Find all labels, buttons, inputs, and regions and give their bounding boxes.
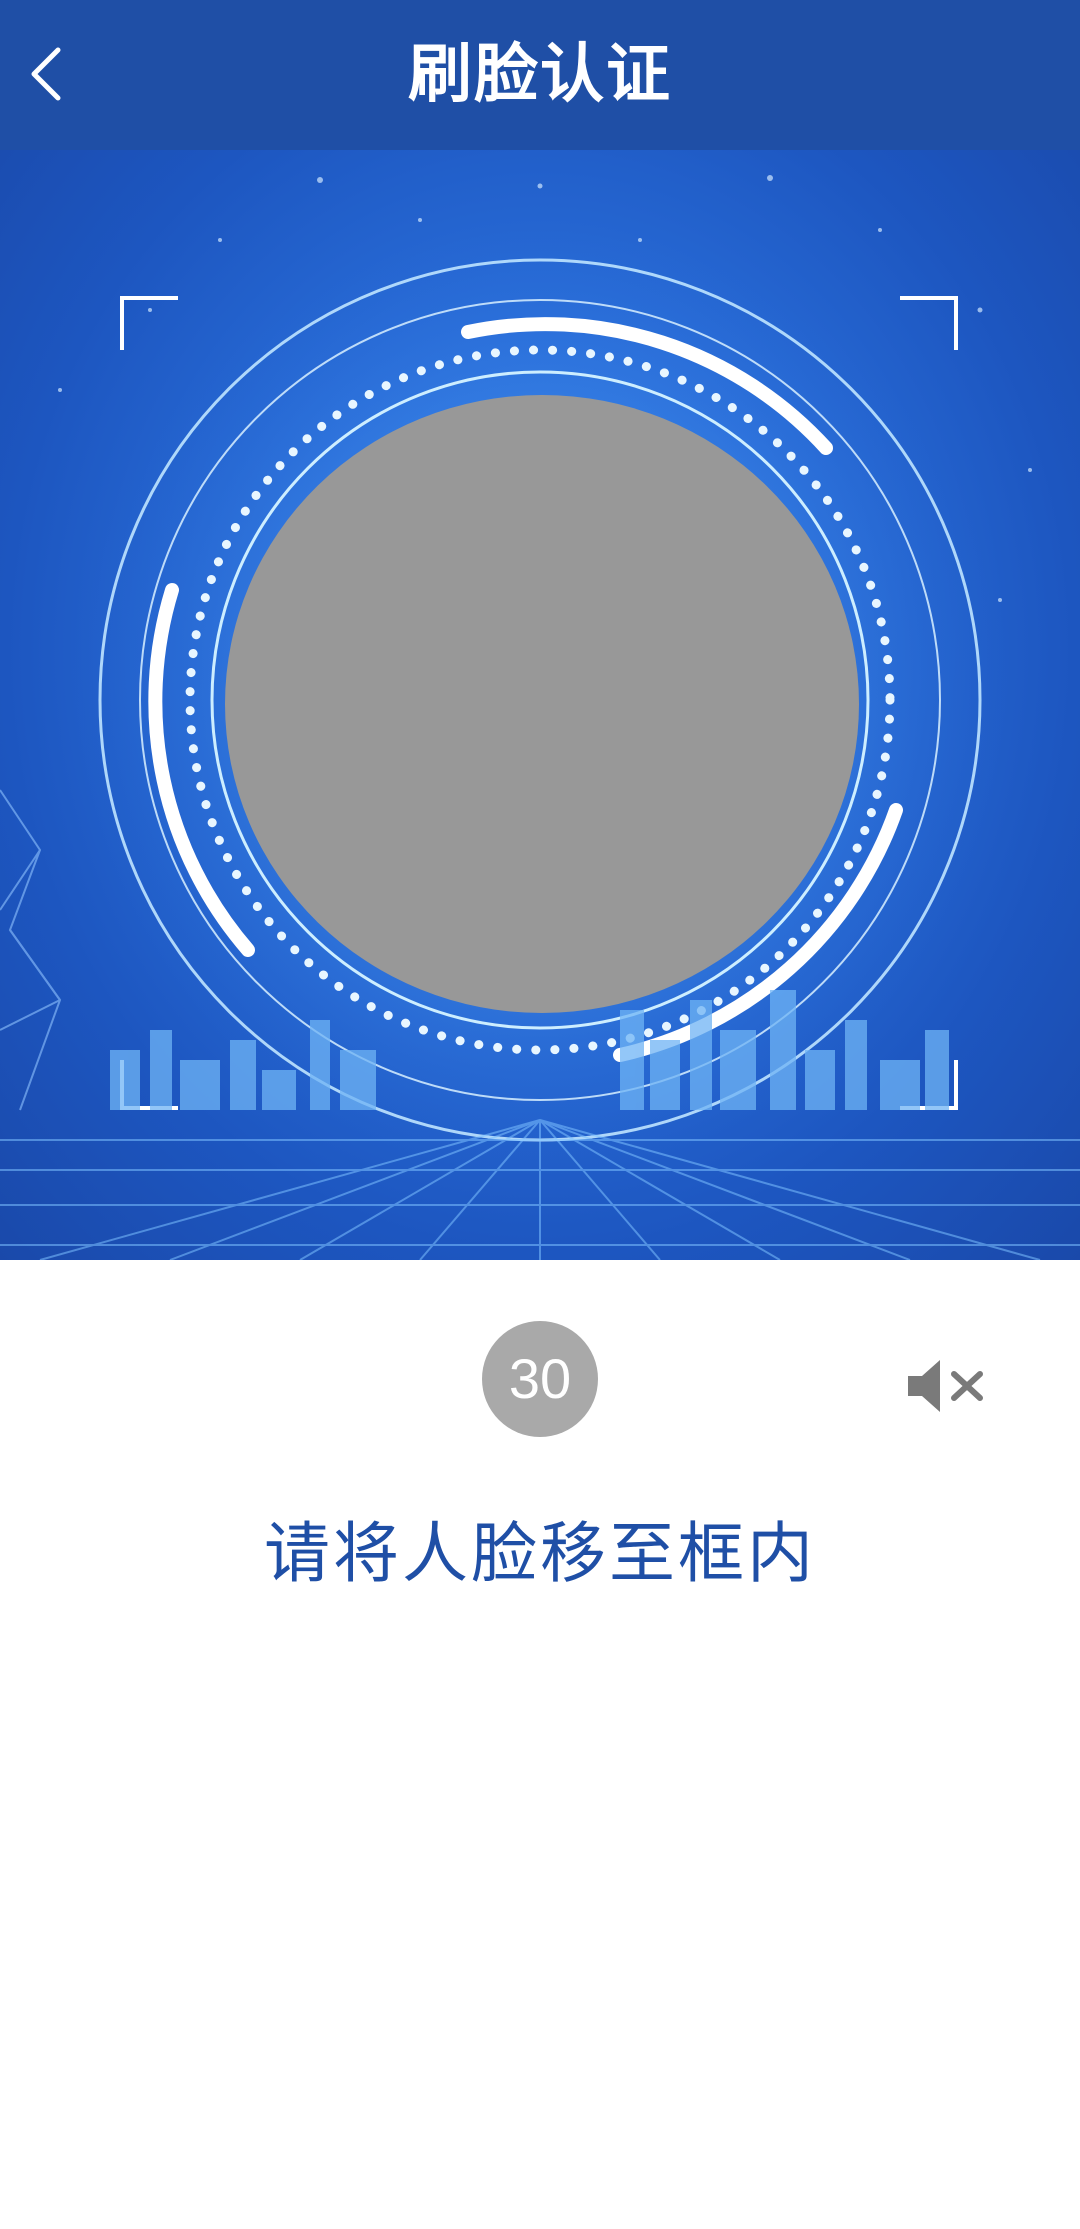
sound-toggle-button[interactable] [902,1350,990,1422]
countdown-timer: 30 [482,1321,598,1437]
camera-preview [225,395,859,1013]
page-title: 刷脸认证 [408,38,672,112]
speaker-muted-icon [908,1360,983,1412]
face-scan-area [0,150,1080,1260]
instruction-text: 请将人脸移至框内 [264,1515,816,1592]
top-bar: 刷脸认证 [0,0,1080,150]
grid-floor [0,1119,1080,1260]
network-mesh [0,789,62,1111]
status-row: 30 [0,1260,1080,1480]
face-verification-screen: 刷脸认证 30 请将人脸移至框内 [0,0,1080,2229]
